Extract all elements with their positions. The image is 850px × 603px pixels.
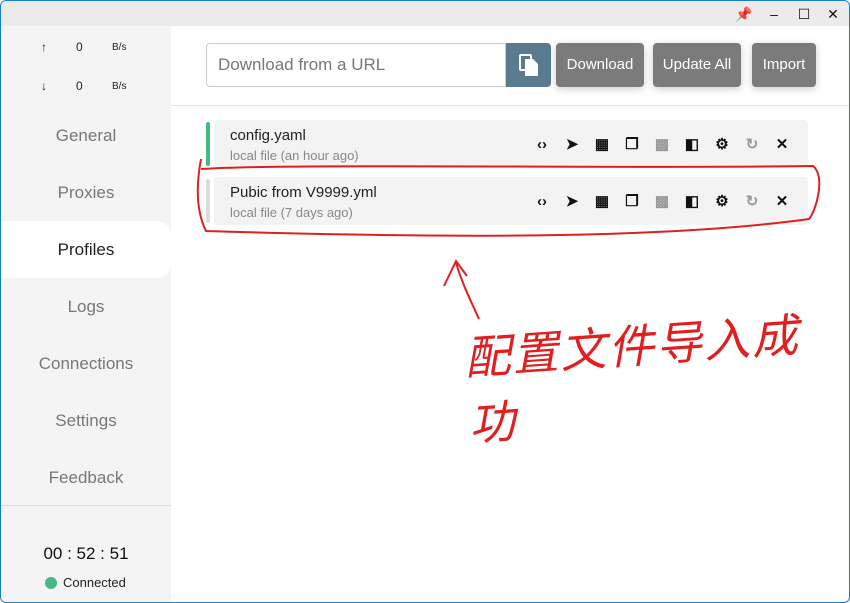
import-button[interactable]: Import bbox=[752, 43, 816, 87]
profile-name: config.yaml bbox=[230, 127, 306, 144]
gear-icon[interactable]: ⚙ bbox=[712, 134, 732, 154]
upload-unit: B/s bbox=[112, 42, 127, 53]
nav-logs[interactable]: Logs bbox=[1, 278, 171, 335]
copy-icon[interactable]: ❐ bbox=[622, 191, 642, 211]
status-label: Connected bbox=[63, 575, 126, 590]
profile-actions: ‹› ➤ ▦ ❐ ▩ ◧ ⚙ ↻ ✕ bbox=[532, 134, 792, 154]
download-button[interactable]: Download bbox=[556, 43, 644, 87]
refresh-icon[interactable]: ↻ bbox=[742, 134, 762, 154]
nav-profiles[interactable]: Profiles bbox=[1, 221, 171, 278]
status-dot-icon bbox=[45, 576, 57, 589]
pin-icon[interactable]: 📌 bbox=[734, 4, 754, 24]
gear-icon[interactable]: ⚙ bbox=[712, 191, 732, 211]
compare-icon[interactable]: ◧ bbox=[682, 134, 702, 154]
app-window: 📌 – ☐ ✕ ↑ 0 B/s ↓ 0 B/s General Proxies … bbox=[0, 0, 850, 603]
compare-icon[interactable]: ◧ bbox=[682, 191, 702, 211]
upload-value: 0 bbox=[76, 40, 83, 54]
divider bbox=[1, 505, 171, 506]
qr-icon[interactable]: ▩ bbox=[652, 134, 672, 154]
copy-icon[interactable]: ❐ bbox=[622, 134, 642, 154]
nav-feedback[interactable]: Feedback bbox=[1, 449, 171, 506]
download-unit: B/s bbox=[112, 81, 127, 92]
update-all-button[interactable]: Update All bbox=[653, 43, 741, 87]
paste-icon bbox=[518, 54, 538, 76]
profile-item[interactable]: Pubic from V9999.yml local file (7 days … bbox=[214, 177, 808, 225]
close-icon[interactable]: ✕ bbox=[772, 191, 792, 211]
nav-general[interactable]: General bbox=[1, 107, 171, 164]
profile-desc: local file (7 days ago) bbox=[230, 205, 353, 220]
refresh-icon[interactable]: ↻ bbox=[742, 191, 762, 211]
close-button[interactable]: ✕ bbox=[823, 4, 843, 24]
nav-proxies[interactable]: Proxies bbox=[1, 164, 171, 221]
code-icon[interactable]: ‹› bbox=[532, 191, 552, 211]
profile-name: Pubic from V9999.yml bbox=[230, 184, 377, 201]
handwritten-note: 配置文件导入成功 bbox=[462, 308, 802, 452]
profile-item[interactable]: config.yaml local file (an hour ago) ‹› … bbox=[214, 120, 808, 168]
nav-connections[interactable]: Connections bbox=[1, 335, 171, 392]
download-value: 0 bbox=[76, 79, 83, 93]
down-arrow-icon: ↓ bbox=[41, 79, 47, 93]
maximize-button[interactable]: ☐ bbox=[794, 4, 814, 24]
table-icon[interactable]: ▦ bbox=[592, 134, 612, 154]
send-icon[interactable]: ➤ bbox=[562, 134, 582, 154]
table-icon[interactable]: ▦ bbox=[592, 191, 612, 211]
nav-settings[interactable]: Settings bbox=[1, 392, 171, 449]
up-arrow-icon: ↑ bbox=[41, 40, 47, 54]
title-bar: 📌 – ☐ ✕ bbox=[1, 1, 849, 26]
url-input[interactable] bbox=[206, 43, 506, 87]
divider bbox=[171, 105, 849, 106]
profile-desc: local file (an hour ago) bbox=[230, 148, 359, 163]
minimize-button[interactable]: – bbox=[764, 4, 784, 24]
selected-indicator bbox=[206, 122, 210, 166]
sidebar: ↑ 0 B/s ↓ 0 B/s General Proxies Profiles… bbox=[1, 26, 171, 602]
qr-icon[interactable]: ▩ bbox=[652, 191, 672, 211]
connection-status: Connected bbox=[45, 575, 126, 590]
code-icon[interactable]: ‹› bbox=[532, 134, 552, 154]
close-icon[interactable]: ✕ bbox=[772, 134, 792, 154]
send-icon[interactable]: ➤ bbox=[562, 191, 582, 211]
unselected-indicator bbox=[206, 179, 210, 223]
uptime-timer: 00 : 52 : 51 bbox=[43, 544, 129, 563]
profile-actions: ‹› ➤ ▦ ❐ ▩ ◧ ⚙ ↻ ✕ bbox=[532, 191, 792, 211]
paste-button[interactable] bbox=[506, 43, 551, 87]
